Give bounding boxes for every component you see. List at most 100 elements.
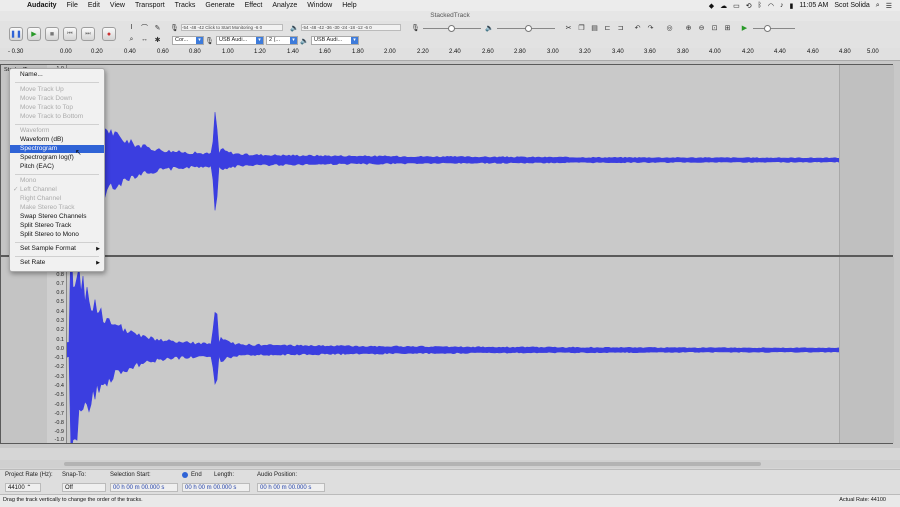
time-machine-icon[interactable]: ⟲ (746, 2, 752, 10)
audio-position-label: Audio Position: (257, 472, 298, 478)
project-rate-combo[interactable]: 44100 ⌃ (5, 483, 41, 492)
undo-icon[interactable]: ↶ (633, 23, 642, 32)
sync-lock-icon[interactable]: ◎ (665, 23, 674, 32)
menu-view[interactable]: View (105, 2, 130, 9)
playback-device-select[interactable]: USB Audi... ▾ (311, 36, 359, 45)
track-control-panel[interactable] (1, 257, 48, 443)
menu-edit[interactable]: Edit (83, 2, 105, 9)
display-icon[interactable]: ▭ (733, 2, 740, 10)
pause-button[interactable]: ❚❚ (9, 27, 23, 41)
selection-end-field[interactable]: 00 h 00 m 00.000 s (182, 483, 250, 492)
recording-device-select[interactable]: USB Audi... ▾ (216, 36, 264, 45)
menu-item-set-rate[interactable]: Set Rate ▶ (10, 259, 104, 267)
menu-item-set-sample-format-label: Set Sample Format (20, 245, 76, 252)
notification-center-icon[interactable]: ☰ (886, 2, 892, 10)
playback-volume-knob[interactable] (525, 25, 532, 32)
redo-icon[interactable]: ↷ (646, 23, 655, 32)
zoom-in-icon[interactable]: ⊕ (684, 23, 693, 32)
menu-item-name[interactable]: Name... (10, 71, 104, 79)
spotlight-icon[interactable]: ⌕ (876, 2, 880, 10)
menu-generate[interactable]: Generate (200, 2, 239, 9)
snap-to-select[interactable]: Off (62, 483, 106, 492)
sync-icon[interactable]: ☁ (720, 2, 727, 10)
track-right-channel[interactable]: 0.8 0.7 0.6 0.5 0.4 0.3 0.2 0.1 0.0 -0.1… (0, 256, 894, 444)
paste-icon[interactable]: ▤ (590, 23, 599, 32)
draw-tool-icon[interactable]: ✎ (153, 23, 162, 32)
speaker-icon[interactable]: 🔈 (290, 23, 299, 32)
multi-tool-icon[interactable]: ✱ (153, 35, 162, 44)
timeline-ruler[interactable]: - 0.30 0.00 0.20 0.40 0.60 0.80 1.00 1.2… (0, 48, 900, 61)
menu-item-waveform-db[interactable]: Waveform (dB) (10, 136, 104, 144)
ruler-tick: 2.60 (482, 49, 494, 55)
menu-item-set-sample-format[interactable]: Set Sample Format ▶ (10, 245, 104, 253)
fit-project-icon[interactable]: ⊞ (723, 23, 732, 32)
empty-track-region[interactable] (839, 65, 894, 255)
skip-to-start-button[interactable]: ⏮ (63, 27, 77, 41)
menu-item-split-stereo[interactable]: Split Stereo Track (10, 222, 104, 230)
selection-tool-icon[interactable]: I (127, 23, 136, 32)
menubar-user[interactable]: Scot Solida (834, 2, 869, 9)
menu-window[interactable]: Window (302, 2, 337, 9)
tracks-area[interactable]: StackedTra 1.0 0.8 0.7 0.6 0.5 0.4 0.3 0… (0, 61, 900, 448)
menu-item-waveform: Waveform (20, 127, 50, 134)
cut-icon[interactable]: ✂ (564, 23, 573, 32)
skip-to-end-button[interactable]: ⏭ (81, 27, 95, 41)
horizontal-scroll-thumb[interactable] (64, 462, 761, 466)
record-meter[interactable]: -54 -48 -42 Click to Start Monitoring -6… (181, 24, 283, 31)
menu-file[interactable]: File (62, 2, 83, 9)
menu-item-pitch[interactable]: Pitch (EAC) (10, 163, 104, 171)
scale-label: 0.8 (56, 272, 64, 278)
audio-host-select[interactable]: Cor... ▾ (172, 36, 204, 45)
time-shift-tool-icon[interactable]: ↔ (140, 35, 149, 44)
menu-app-name[interactable]: Audacity (22, 2, 62, 9)
record-volume-knob[interactable] (448, 25, 455, 32)
ruler-tick: 4.20 (742, 49, 754, 55)
recording-channels-select[interactable]: 2 (... ▾ (266, 36, 298, 45)
menubar-clock[interactable]: 11:05 AM (799, 2, 828, 9)
vertical-ruler[interactable]: 0.8 0.7 0.6 0.5 0.4 0.3 0.2 0.1 0.0 -0.1… (47, 257, 67, 443)
stop-button[interactable]: ■ (45, 27, 59, 41)
volume-icon[interactable]: ♪ (780, 2, 784, 9)
fit-selection-icon[interactable]: ⊡ (710, 23, 719, 32)
record-button[interactable]: ● (102, 27, 116, 41)
microphone-icon[interactable]: 🎙 (170, 23, 179, 32)
scale-label: -0.3 (54, 374, 64, 380)
menu-separator (15, 242, 99, 243)
dropbox-icon[interactable]: ◆ (709, 2, 714, 10)
submenu-arrow-icon: ▶ (96, 260, 100, 266)
trim-icon[interactable]: ⊏ (603, 23, 612, 32)
menu-help[interactable]: Help (337, 2, 361, 9)
zoom-out-icon[interactable]: ⊖ (697, 23, 706, 32)
menu-transport[interactable]: Transport (130, 2, 170, 9)
bluetooth-icon[interactable]: ᛒ (758, 2, 762, 9)
menu-analyze[interactable]: Analyze (267, 2, 302, 9)
play-at-speed-slider[interactable] (753, 28, 795, 29)
menu-item-split-stereo-mono[interactable]: Split Stereo to Mono (10, 231, 104, 239)
battery-icon[interactable]: ▮ (789, 2, 793, 10)
play-at-speed-icon[interactable]: ▶ (740, 23, 749, 32)
menu-item-spectrogram[interactable]: Spectrogram (10, 145, 104, 153)
menu-item-spectrogram-log[interactable]: Spectrogram log(f) (10, 154, 104, 162)
copy-icon[interactable]: ❐ (577, 23, 586, 32)
menu-item-swap-stereo[interactable]: Swap Stereo Channels (10, 213, 104, 221)
wifi-icon[interactable]: ◠ (768, 2, 774, 10)
playback-meter[interactable]: -54 -48 -42 -36 -30 -24 -18 -12 -6 0 (301, 24, 401, 31)
envelope-tool-icon[interactable]: ⌒ (140, 23, 149, 32)
audio-position-field[interactable]: 00 h 00 m 00.000 s (257, 483, 325, 492)
waveform-left[interactable] (67, 65, 892, 255)
scale-label: 0.0 (56, 346, 64, 352)
waveform-right[interactable] (67, 257, 892, 443)
play-button[interactable]: ▶ (27, 27, 41, 41)
end-radio-button[interactable] (182, 472, 188, 478)
ruler-tick: 1.20 (254, 49, 266, 55)
selection-start-field[interactable]: 00 h 00 m 00.000 s (110, 483, 178, 492)
play-at-speed-knob[interactable] (764, 25, 771, 32)
playback-device-icon: 🔈 (300, 37, 309, 45)
empty-track-region[interactable] (839, 257, 894, 443)
zoom-tool-icon[interactable]: ⌕ (127, 35, 136, 44)
menu-effect[interactable]: Effect (240, 2, 268, 9)
silence-icon[interactable]: ⊐ (616, 23, 625, 32)
scale-label: 0.5 (56, 299, 64, 305)
menu-tracks[interactable]: Tracks (170, 2, 201, 9)
track-left-channel[interactable]: StackedTra 1.0 (0, 64, 894, 256)
